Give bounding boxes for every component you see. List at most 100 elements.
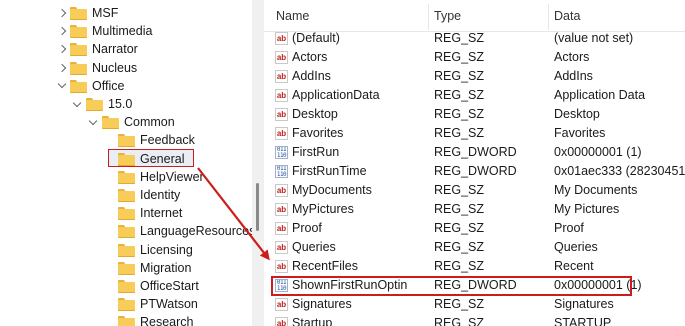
value-data: Actors bbox=[554, 50, 590, 64]
chevron-right-icon[interactable] bbox=[57, 4, 67, 22]
folder-icon bbox=[118, 189, 135, 202]
tree-node-label: Licensing bbox=[140, 242, 193, 257]
folder-icon bbox=[118, 316, 135, 326]
tree-node-research[interactable]: Research bbox=[0, 313, 252, 326]
tree-node-helpviewer[interactable]: HelpViewer bbox=[0, 168, 252, 186]
chevron-down-icon[interactable] bbox=[57, 77, 67, 95]
value-name: RecentFiles bbox=[292, 259, 358, 273]
value-data: Application Data bbox=[554, 88, 646, 102]
string-value-icon: ab bbox=[275, 32, 288, 45]
value-type: REG_SZ bbox=[434, 221, 485, 235]
tree-node-internet[interactable]: Internet bbox=[0, 204, 252, 222]
value-type: REG_DWORD bbox=[434, 164, 517, 178]
value-type: REG_SZ bbox=[434, 183, 485, 197]
registry-value-row[interactable]: ab Queries REG_SZ Queries bbox=[264, 238, 685, 257]
string-value-icon: ab bbox=[275, 70, 288, 83]
tree-node-label: HelpViewer bbox=[140, 169, 204, 184]
folder-icon bbox=[70, 61, 87, 75]
value-name: Signatures bbox=[292, 297, 352, 311]
tree-node-label: Common bbox=[124, 115, 175, 130]
tree-node-officestart[interactable]: OfficeStart bbox=[0, 277, 252, 295]
column-divider[interactable] bbox=[548, 4, 549, 30]
registry-value-row[interactable]: ab Desktop REG_SZ Desktop bbox=[264, 105, 685, 124]
registry-value-row[interactable]: 011 110 FirstRun REG_DWORD 0x00000001 (1) bbox=[264, 143, 685, 162]
tree-node-label: 15.0 bbox=[108, 97, 133, 111]
tree-node-licensing[interactable]: Licensing bbox=[0, 241, 252, 259]
registry-value-row[interactable]: ab MyPictures REG_SZ My Pictures bbox=[264, 200, 685, 219]
string-value-icon: ab bbox=[275, 298, 288, 311]
registry-value-row[interactable]: ab ApplicationData REG_SZ Application Data bbox=[264, 86, 685, 105]
registry-value-row[interactable]: 011 110 FirstRunTime REG_DWORD 0x01aec333 (… bbox=[264, 162, 685, 181]
value-data: Favorites bbox=[554, 126, 606, 140]
value-type: REG_SZ bbox=[434, 126, 485, 140]
tree-node-common[interactable]: Common bbox=[0, 113, 252, 131]
value-type: REG_SZ bbox=[434, 259, 485, 273]
tree-node-label: Multimedia bbox=[92, 24, 153, 39]
registry-key-tree[interactable]: MSF Multimedia Narrator Nucleus Office 15.0 Co… bbox=[0, 0, 252, 326]
column-header-name[interactable]: Name bbox=[276, 0, 309, 31]
tree-node-narrator[interactable]: Narrator bbox=[0, 40, 252, 58]
value-data: Queries bbox=[554, 240, 598, 254]
column-header-data[interactable]: Data bbox=[554, 0, 580, 31]
chevron-right-icon[interactable] bbox=[57, 22, 67, 40]
tree-node-msf[interactable]: MSF bbox=[0, 4, 252, 22]
string-value-icon: ab bbox=[275, 127, 288, 140]
value-data: Proof bbox=[554, 221, 584, 235]
folder-icon bbox=[70, 79, 87, 93]
registry-value-row[interactable]: ab Signatures REG_SZ Signatures bbox=[264, 295, 685, 314]
registry-value-row[interactable]: ab RecentFiles REG_SZ Recent bbox=[264, 257, 685, 276]
string-value-icon: ab bbox=[275, 51, 288, 64]
registry-values-list[interactable]: Name Type Data ab (Default) REG_SZ (value n… bbox=[264, 0, 685, 326]
pane-splitter[interactable] bbox=[252, 0, 264, 326]
value-name: (Default) bbox=[292, 31, 340, 45]
chevron-down-icon[interactable] bbox=[88, 113, 98, 131]
tree-node-label: Office bbox=[92, 78, 125, 93]
chevron-right-icon[interactable] bbox=[57, 59, 67, 77]
string-value-icon: ab bbox=[275, 260, 288, 273]
value-type: REG_SZ bbox=[434, 88, 485, 102]
column-divider[interactable] bbox=[428, 4, 429, 30]
registry-value-row[interactable]: ab Favorites REG_SZ Favorites bbox=[264, 124, 685, 143]
tree-node-office[interactable]: Office bbox=[0, 77, 252, 95]
value-name: AddIns bbox=[292, 69, 331, 83]
value-type: REG_SZ bbox=[434, 107, 485, 121]
registry-value-row[interactable]: ab AddIns REG_SZ AddIns bbox=[264, 67, 685, 86]
tree-node-languageresources[interactable]: LanguageResources bbox=[0, 222, 252, 240]
string-value-icon: ab bbox=[275, 241, 288, 254]
folder-icon bbox=[118, 134, 135, 148]
tree-node-identity[interactable]: Identity bbox=[0, 186, 252, 204]
tree-node-ptwatson[interactable]: PTWatson bbox=[0, 295, 252, 313]
column-header-row: Name Type Data bbox=[264, 0, 685, 32]
value-data: Signatures bbox=[554, 297, 614, 311]
value-type: REG_SZ bbox=[434, 316, 485, 326]
chevron-down-icon[interactable] bbox=[72, 95, 82, 113]
tree-node-multimedia[interactable]: Multimedia bbox=[0, 22, 252, 40]
value-type: REG_SZ bbox=[434, 50, 485, 64]
registry-value-row[interactable]: ab Proof REG_SZ Proof bbox=[264, 219, 685, 238]
tree-scrollbar-thumb[interactable] bbox=[256, 183, 259, 231]
value-data: AddIns bbox=[554, 69, 593, 83]
tree-node-label: OfficeStart bbox=[140, 279, 199, 293]
tree-node-nucleus[interactable]: Nucleus bbox=[0, 59, 252, 77]
folder-icon bbox=[118, 152, 135, 166]
tree-node-label: Migration bbox=[140, 260, 192, 275]
registry-value-row[interactable]: ab Actors REG_SZ Actors bbox=[264, 48, 685, 67]
column-header-type[interactable]: Type bbox=[434, 0, 461, 31]
value-type: REG_DWORD bbox=[434, 145, 517, 159]
tree-node-feedback[interactable]: Feedback bbox=[0, 131, 252, 149]
registry-value-row[interactable]: ab (Default) REG_SZ (value not set) bbox=[264, 29, 685, 48]
tree-node-label: Nucleus bbox=[92, 60, 138, 75]
tree-node-migration[interactable]: Migration bbox=[0, 259, 252, 277]
value-name: MyPictures bbox=[292, 202, 354, 216]
value-type: REG_SZ bbox=[434, 240, 485, 254]
value-type: REG_SZ bbox=[434, 31, 485, 45]
tree-node-label: Research bbox=[140, 315, 194, 326]
chevron-right-icon[interactable] bbox=[57, 40, 67, 58]
value-name: Desktop bbox=[292, 107, 338, 121]
tree-node-15-0[interactable]: 15.0 bbox=[0, 95, 252, 113]
folder-icon bbox=[102, 116, 119, 130]
tree-node-label: LanguageResources bbox=[140, 224, 252, 239]
tree-node-general[interactable]: General bbox=[0, 148, 252, 168]
registry-value-row[interactable]: ab MyDocuments REG_SZ My Documents bbox=[264, 181, 685, 200]
registry-value-row[interactable]: ab Startup REG_SZ STARTUP bbox=[264, 314, 685, 326]
